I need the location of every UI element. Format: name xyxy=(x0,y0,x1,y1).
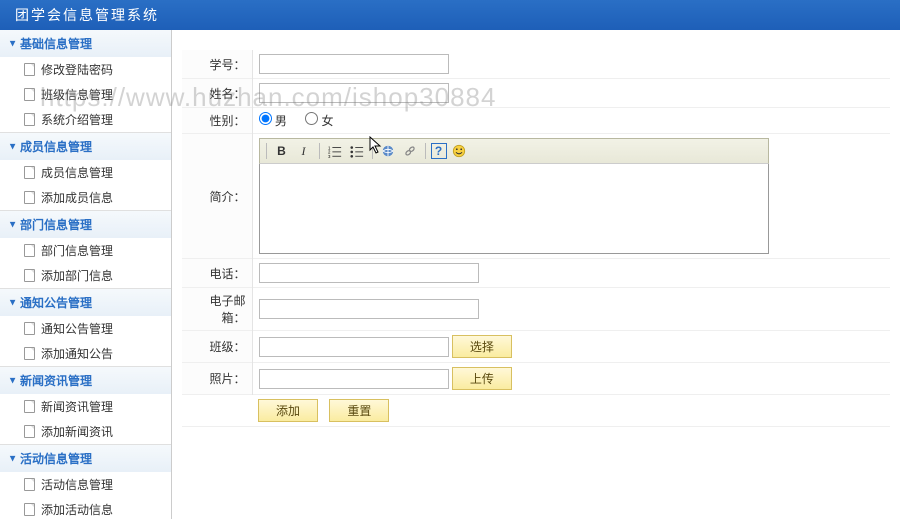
nav-item[interactable]: 添加通知公告 xyxy=(0,341,171,366)
label-email: 电子邮箱： xyxy=(182,288,252,331)
document-icon xyxy=(24,478,35,491)
rich-editor: B I 123 xyxy=(259,138,769,254)
nav-group-header[interactable]: 基础信息管理 xyxy=(0,30,171,57)
svg-text:3: 3 xyxy=(328,154,331,158)
nav-item-label: 添加成员信息 xyxy=(41,189,113,206)
label-jianjie: 简介： xyxy=(182,134,252,259)
nav-item-label: 班级信息管理 xyxy=(41,86,113,103)
nav-group-header[interactable]: 部门信息管理 xyxy=(0,211,171,238)
nav-group: 部门信息管理部门信息管理添加部门信息 xyxy=(0,211,171,289)
nav-item[interactable]: 添加部门信息 xyxy=(0,263,171,288)
nav-item-label: 部门信息管理 xyxy=(41,242,113,259)
nav-group: 基础信息管理修改登陆密码班级信息管理系统介绍管理 xyxy=(0,30,171,133)
document-icon xyxy=(24,244,35,257)
input-xingming[interactable] xyxy=(259,83,449,103)
add-button[interactable]: 添加 xyxy=(258,399,318,422)
app-header: 团学会信息管理系统 xyxy=(0,0,900,30)
nav-group-header[interactable]: 新闻资讯管理 xyxy=(0,367,171,394)
label-zhaopian: 照片： xyxy=(182,363,252,395)
app-title: 团学会信息管理系统 xyxy=(15,7,159,23)
document-icon xyxy=(24,503,35,516)
nav-item-label: 新闻资讯管理 xyxy=(41,398,113,415)
label-xuehao: 学号： xyxy=(182,50,252,79)
document-icon xyxy=(24,63,35,76)
input-zhaopian[interactable] xyxy=(259,369,449,389)
layout: 基础信息管理修改登陆密码班级信息管理系统介绍管理成员信息管理成员信息管理添加成员… xyxy=(0,30,900,519)
label-xingbie: 性别： xyxy=(182,108,252,134)
document-icon xyxy=(24,166,35,179)
form-table: 学号： 姓名： 性别： 男 女 xyxy=(182,50,890,427)
nav-item[interactable]: 新闻资讯管理 xyxy=(0,394,171,419)
radio-male-label[interactable]: 男 xyxy=(259,114,291,128)
nav-item-label: 修改登陆密码 xyxy=(41,61,113,78)
nav-group: 通知公告管理通知公告管理添加通知公告 xyxy=(0,289,171,367)
input-xuehao[interactable] xyxy=(259,54,449,74)
editor-toolbar: B I 123 xyxy=(259,138,769,164)
unlink-button[interactable] xyxy=(400,141,420,161)
nav-item[interactable]: 添加活动信息 xyxy=(0,497,171,519)
unordered-list-button[interactable] xyxy=(347,141,367,161)
nav-item[interactable]: 添加成员信息 xyxy=(0,185,171,210)
document-icon xyxy=(24,322,35,335)
nav-group-header[interactable]: 活动信息管理 xyxy=(0,445,171,472)
document-icon xyxy=(24,191,35,204)
document-icon xyxy=(24,400,35,413)
nav-group-header[interactable]: 通知公告管理 xyxy=(0,289,171,316)
label-banji: 班级： xyxy=(182,331,252,363)
radio-male[interactable] xyxy=(259,112,272,125)
nav-item-label: 活动信息管理 xyxy=(41,476,113,493)
label-dianhua: 电话： xyxy=(182,259,252,288)
document-icon xyxy=(24,113,35,126)
document-icon xyxy=(24,347,35,360)
input-email[interactable] xyxy=(259,299,479,319)
nav-item-label: 添加活动信息 xyxy=(41,501,113,518)
italic-button[interactable]: I xyxy=(294,141,314,161)
reset-button[interactable]: 重置 xyxy=(329,399,389,422)
document-icon xyxy=(24,425,35,438)
ordered-list-button[interactable]: 123 xyxy=(325,141,345,161)
toolbar-separator xyxy=(266,143,267,159)
radio-female-text: 女 xyxy=(322,114,334,128)
label-xingming: 姓名： xyxy=(182,79,252,108)
emoji-button[interactable] xyxy=(449,141,469,161)
nav-group: 新闻资讯管理新闻资讯管理添加新闻资讯 xyxy=(0,367,171,445)
radio-male-text: 男 xyxy=(275,114,287,128)
upload-button[interactable]: 上传 xyxy=(452,367,512,390)
nav-item-label: 通知公告管理 xyxy=(41,320,113,337)
nav-item[interactable]: 部门信息管理 xyxy=(0,238,171,263)
nav-item-label: 添加通知公告 xyxy=(41,345,113,362)
nav-item[interactable]: 活动信息管理 xyxy=(0,472,171,497)
input-banji[interactable] xyxy=(259,337,449,357)
document-icon xyxy=(24,88,35,101)
nav-group: 成员信息管理成员信息管理添加成员信息 xyxy=(0,133,171,211)
radio-female[interactable] xyxy=(305,112,318,125)
nav-group-header[interactable]: 成员信息管理 xyxy=(0,133,171,160)
nav-item[interactable]: 系统介绍管理 xyxy=(0,107,171,132)
editor-body[interactable] xyxy=(259,164,769,254)
nav-item[interactable]: 添加新闻资讯 xyxy=(0,419,171,444)
help-button[interactable]: ? xyxy=(431,143,447,159)
main-content: 学号： 姓名： 性别： 男 女 xyxy=(172,30,900,519)
sidebar: 基础信息管理修改登陆密码班级信息管理系统介绍管理成员信息管理成员信息管理添加成员… xyxy=(0,30,172,519)
radio-female-label[interactable]: 女 xyxy=(305,114,333,128)
nav-item-label: 添加部门信息 xyxy=(41,267,113,284)
nav-item-label: 添加新闻资讯 xyxy=(41,423,113,440)
nav-item[interactable]: 班级信息管理 xyxy=(0,82,171,107)
select-button[interactable]: 选择 xyxy=(452,335,512,358)
input-dianhua[interactable] xyxy=(259,263,479,283)
nav-item-label: 成员信息管理 xyxy=(41,164,113,181)
nav-group: 活动信息管理活动信息管理添加活动信息 xyxy=(0,445,171,519)
nav-item-label: 系统介绍管理 xyxy=(41,111,113,128)
toolbar-separator xyxy=(372,143,373,159)
nav-item[interactable]: 修改登陆密码 xyxy=(0,57,171,82)
link-button[interactable] xyxy=(378,141,398,161)
toolbar-separator xyxy=(319,143,320,159)
toolbar-separator xyxy=(425,143,426,159)
document-icon xyxy=(24,269,35,282)
nav-item[interactable]: 通知公告管理 xyxy=(0,316,171,341)
bold-button[interactable]: B xyxy=(272,141,292,161)
nav-item[interactable]: 成员信息管理 xyxy=(0,160,171,185)
